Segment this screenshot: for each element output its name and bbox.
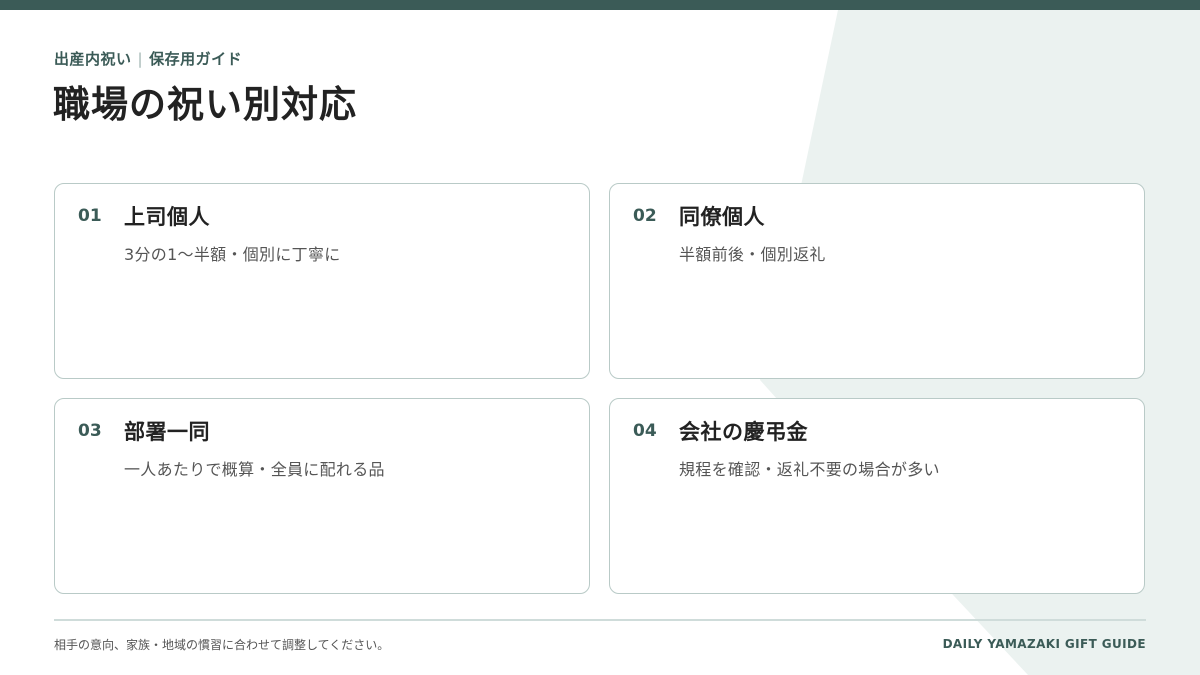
card-title: 会社の慶弔金 [679, 420, 808, 444]
card-boss-individual: 01 上司個人 3分の1〜半額・個別に丁寧に [54, 183, 590, 379]
eyebrow-subcategory: 保存用ガイド [149, 50, 243, 68]
footer-brand: DAILY YAMAZAKI GIFT GUIDE [942, 637, 1146, 651]
card-description: 3分の1〜半額・個別に丁寧に [124, 245, 341, 264]
card-title: 上司個人 [124, 205, 210, 229]
footer-note: 相手の意向、家族・地域の慣習に合わせて調整してください。 [54, 638, 390, 652]
eyebrow-separator: | [137, 50, 144, 68]
card-description: 規程を確認・返礼不要の場合が多い [679, 460, 940, 479]
card-colleague-individual: 02 同僚個人 半額前後・個別返礼 [609, 183, 1145, 379]
card-number: 04 [633, 421, 657, 441]
card-number: 01 [78, 206, 102, 226]
card-title: 同僚個人 [679, 205, 765, 229]
card-description: 半額前後・個別返礼 [679, 245, 826, 264]
page-eyebrow: 出産内祝い | 保存用ガイド [54, 48, 242, 69]
card-company-gift-money: 04 会社の慶弔金 規程を確認・返礼不要の場合が多い [609, 398, 1145, 594]
card-department-group: 03 部署一同 一人あたりで概算・全員に配れる品 [54, 398, 590, 594]
card-title: 部署一同 [124, 420, 210, 444]
card-description: 一人あたりで概算・全員に配れる品 [124, 460, 385, 479]
page-title: 職場の祝い別対応 [53, 83, 357, 126]
card-number: 02 [633, 206, 657, 226]
footer-divider [54, 619, 1146, 621]
eyebrow-category: 出産内祝い [54, 50, 132, 68]
card-number: 03 [78, 421, 102, 441]
